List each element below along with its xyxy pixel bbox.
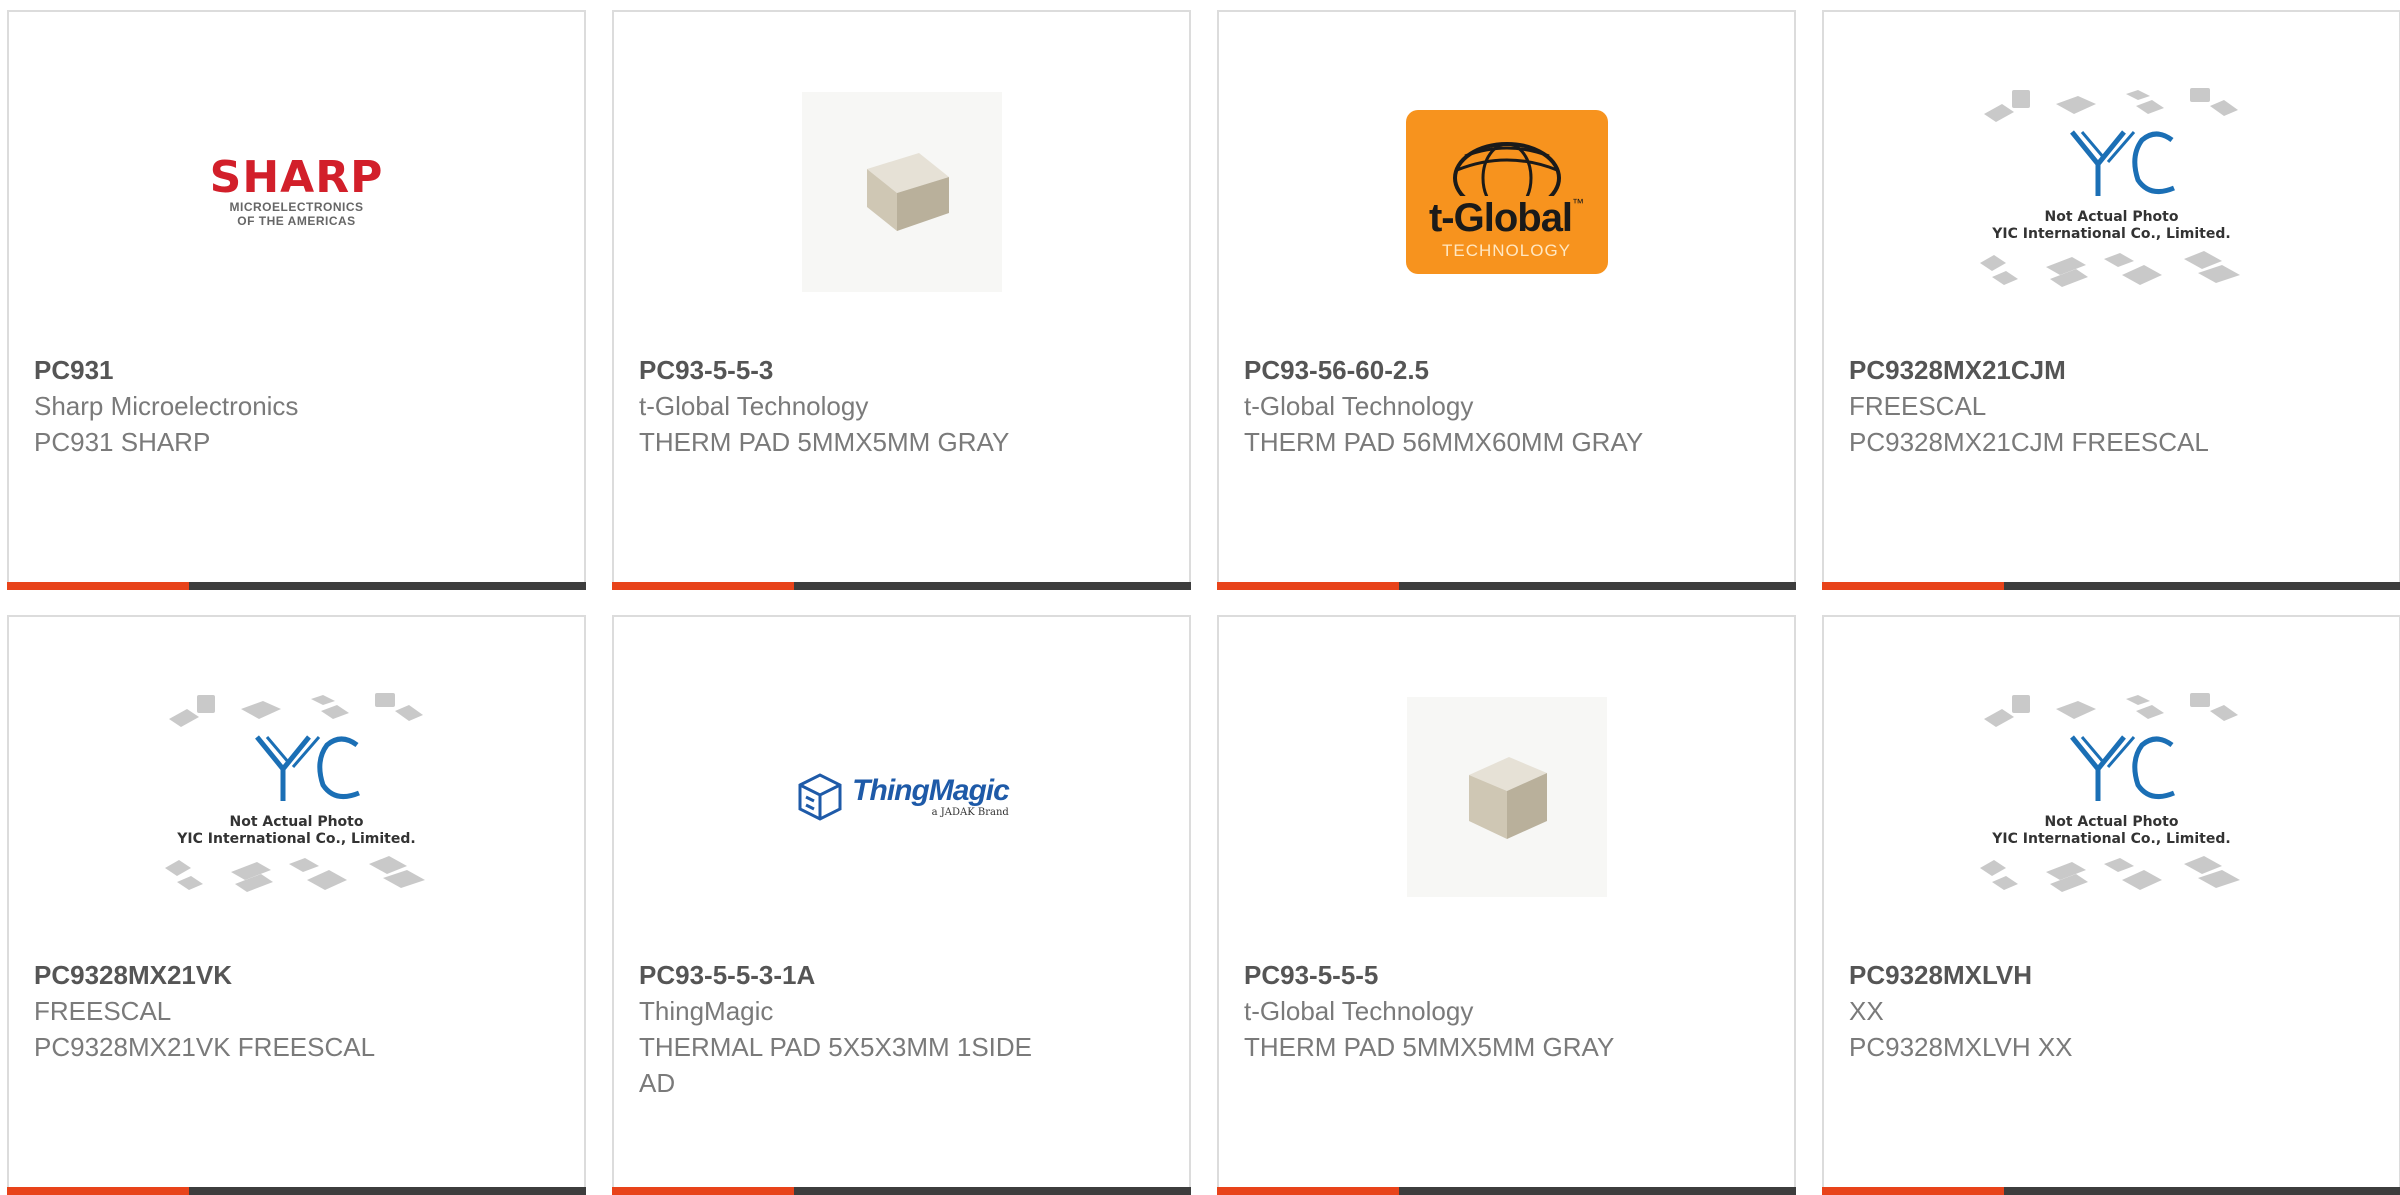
product-info: PC931 Sharp Microelectronics PC931 SHARP bbox=[34, 352, 559, 460]
manufacturer: FREESCAL bbox=[1849, 391, 1987, 421]
card-footer-accent bbox=[1217, 1187, 1399, 1195]
description: THERMAL PAD 5X5X3MM 1SIDE AD bbox=[639, 1032, 1032, 1098]
thermal-pad-icon bbox=[866, 153, 949, 231]
card-footer-bar bbox=[1217, 582, 1796, 590]
description: THERM PAD 56MMX60MM GRAY bbox=[1244, 427, 1644, 457]
product-image[interactable] bbox=[1219, 687, 1794, 907]
product-card[interactable]: Not Actual Photo YIC International Co., … bbox=[1822, 10, 2400, 590]
chip-packages-icon bbox=[1979, 856, 2240, 892]
card-footer-bar bbox=[1822, 582, 2400, 590]
product-card[interactable]: Not Actual Photo YIC International Co., … bbox=[1822, 615, 2400, 1195]
card-footer-accent bbox=[7, 582, 189, 590]
thermal-pad-icon bbox=[1468, 757, 1547, 839]
product-card[interactable]: ThingMagic a JADAK Brand PC93-5-5-3-1A T… bbox=[612, 615, 1191, 1195]
description: PC9328MX21VK FREESCAL bbox=[34, 1032, 376, 1062]
product-image[interactable]: Not Actual Photo YIC International Co., … bbox=[1824, 82, 2399, 302]
manufacturer: t-Global Technology bbox=[639, 391, 869, 421]
part-number-link[interactable]: PC93-5-5-3 bbox=[639, 352, 1164, 388]
product-card[interactable]: t-Global™ TECHNOLOGY PC93-56-60-2.5 t-Gl… bbox=[1217, 10, 1796, 590]
part-number-link[interactable]: PC93-56-60-2.5 bbox=[1244, 352, 1769, 388]
sharp-logo: SHARP MICROELECTRONICS OF THE AMERICAS bbox=[209, 152, 384, 229]
thingmagic-logo: ThingMagic a JADAK Brand bbox=[794, 769, 1010, 825]
yic-placeholder: Not Actual Photo YIC International Co., … bbox=[1972, 689, 2252, 905]
tglobal-logo: t-Global™ TECHNOLOGY bbox=[1405, 110, 1608, 274]
product-card[interactable]: Not Actual Photo YIC International Co., … bbox=[7, 615, 586, 1195]
part-number-link[interactable]: PC9328MX21CJM bbox=[1849, 352, 2374, 388]
part-number-link[interactable]: PC931 bbox=[34, 352, 559, 388]
chip-packages-icon bbox=[164, 856, 425, 892]
card-footer-accent bbox=[1217, 582, 1399, 590]
product-info: PC9328MXLVH XX PC9328MXLVH XX bbox=[1849, 957, 2374, 1065]
description: PC9328MXLVH XX bbox=[1849, 1032, 2073, 1062]
card-footer-accent bbox=[1822, 582, 2004, 590]
card-footer-accent bbox=[7, 1187, 189, 1195]
card-footer-bar bbox=[7, 1187, 586, 1195]
product-card[interactable]: PC93-5-5-5 t-Global Technology THERM PAD… bbox=[1217, 615, 1796, 1195]
manufacturer: XX bbox=[1849, 996, 1884, 1026]
part-number-link[interactable]: PC93-5-5-5 bbox=[1244, 957, 1769, 993]
card-footer-accent bbox=[612, 582, 794, 590]
description: PC9328MX21CJM FREESCAL bbox=[1849, 427, 2209, 457]
card-footer-bar bbox=[612, 582, 1191, 590]
manufacturer: t-Global Technology bbox=[1244, 996, 1474, 1026]
card-footer-bar bbox=[1217, 1187, 1796, 1195]
yic-logo-icon bbox=[1983, 88, 2238, 196]
product-image[interactable]: t-Global™ TECHNOLOGY bbox=[1219, 82, 1794, 302]
manufacturer: t-Global Technology bbox=[1244, 391, 1474, 421]
yic-logo-icon bbox=[168, 693, 423, 801]
product-info: PC93-56-60-2.5 t-Global Technology THERM… bbox=[1244, 352, 1769, 460]
product-image[interactable]: SHARP MICROELECTRONICS OF THE AMERICAS bbox=[9, 82, 584, 302]
description: PC931 SHARP bbox=[34, 427, 211, 457]
card-footer-bar bbox=[1822, 1187, 2400, 1195]
product-image[interactable]: Not Actual Photo YIC International Co., … bbox=[9, 687, 584, 907]
product-info: PC93-5-5-3 t-Global Technology THERM PAD… bbox=[639, 352, 1164, 460]
manufacturer: ThingMagic bbox=[639, 996, 774, 1026]
thermal-pad-photo bbox=[801, 92, 1002, 292]
product-card[interactable]: PC93-5-5-3 t-Global Technology THERM PAD… bbox=[612, 10, 1191, 590]
part-number-link[interactable]: PC9328MX21VK bbox=[34, 957, 559, 993]
description: THERM PAD 5MMX5MM GRAY bbox=[639, 427, 1010, 457]
description: THERM PAD 5MMX5MM GRAY bbox=[1244, 1032, 1615, 1062]
thermal-pad-photo bbox=[1406, 697, 1607, 897]
thingmagic-mark-icon bbox=[798, 773, 842, 821]
product-info: PC9328MX21CJM FREESCAL PC9328MX21CJM FRE… bbox=[1849, 352, 2374, 460]
part-number-link[interactable]: PC93-5-5-3-1A bbox=[639, 957, 1164, 993]
product-image[interactable]: Not Actual Photo YIC International Co., … bbox=[1824, 687, 2399, 907]
yic-placeholder: Not Actual Photo YIC International Co., … bbox=[157, 689, 437, 905]
manufacturer: Sharp Microelectronics bbox=[34, 391, 299, 421]
yic-placeholder: Not Actual Photo YIC International Co., … bbox=[1972, 84, 2252, 300]
product-image[interactable]: ThingMagic a JADAK Brand bbox=[614, 687, 1189, 907]
product-image[interactable] bbox=[614, 82, 1189, 302]
product-grid: SHARP MICROELECTRONICS OF THE AMERICAS P… bbox=[7, 10, 2400, 1195]
manufacturer: FREESCAL bbox=[34, 996, 172, 1026]
card-footer-accent bbox=[612, 1187, 794, 1195]
chip-packages-icon bbox=[1979, 251, 2240, 287]
product-info: PC93-5-5-3-1A ThingMagic THERMAL PAD 5X5… bbox=[639, 957, 1164, 1101]
card-footer-bar bbox=[7, 582, 586, 590]
card-footer-accent bbox=[1822, 1187, 2004, 1195]
product-info: PC93-5-5-5 t-Global Technology THERM PAD… bbox=[1244, 957, 1769, 1065]
globe-icon bbox=[1452, 142, 1561, 196]
yic-logo-icon bbox=[1983, 693, 2238, 801]
product-card[interactable]: SHARP MICROELECTRONICS OF THE AMERICAS P… bbox=[7, 10, 586, 590]
card-footer-bar bbox=[612, 1187, 1191, 1195]
part-number-link[interactable]: PC9328MXLVH bbox=[1849, 957, 2374, 993]
product-info: PC9328MX21VK FREESCAL PC9328MX21VK FREES… bbox=[34, 957, 559, 1065]
